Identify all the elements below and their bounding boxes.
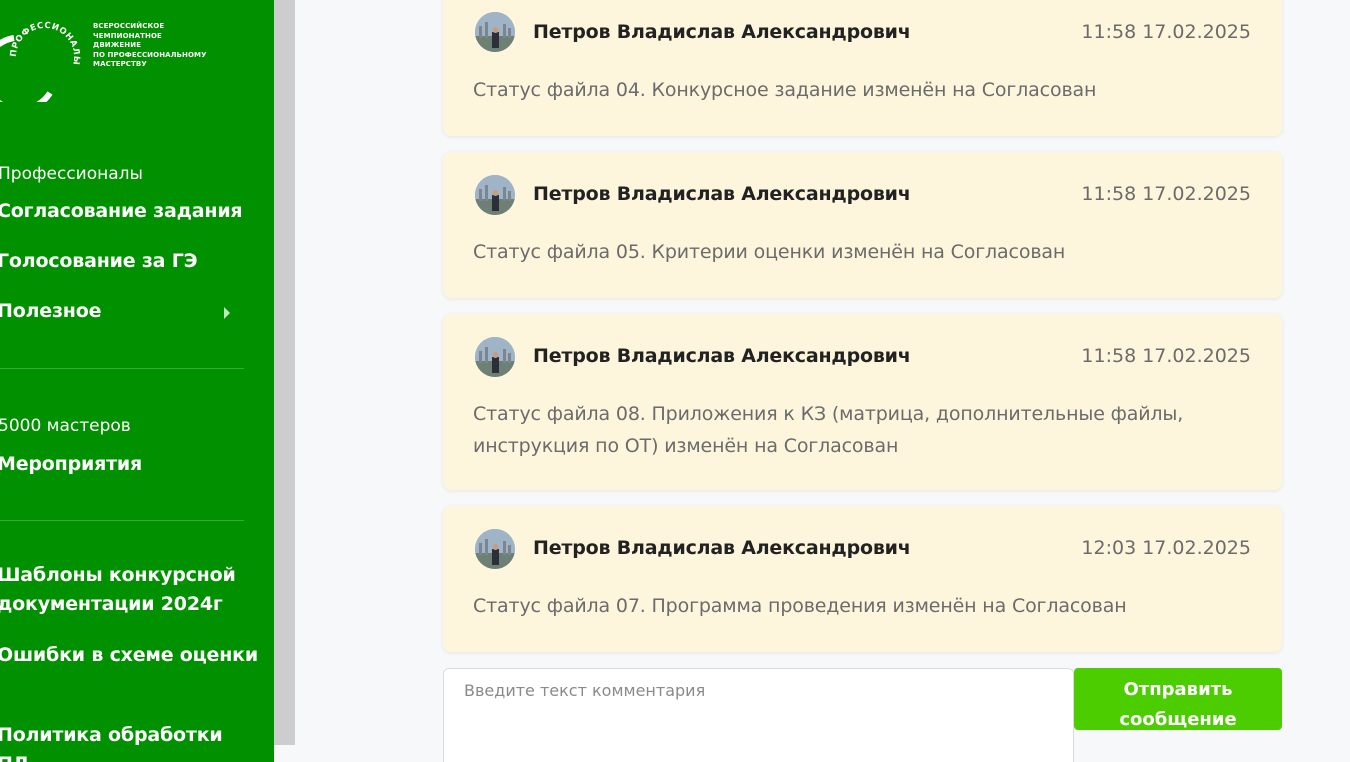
- comment-time: 11:58 17.02.2025: [1081, 21, 1251, 43]
- feed-card: Петров Владислав Александрович 11:58 17.…: [443, 152, 1282, 298]
- logo-ring-icon: ПРОФЕССИОНАЛЫ: [0, 21, 81, 102]
- sidebar-divider: [0, 368, 244, 369]
- sidebar-item-templates[interactable]: Шаблоны конкурсной документации 2024г: [0, 561, 247, 619]
- logo-line: ДВИЖЕНИЕ: [93, 41, 142, 49]
- avatar[interactable]: [475, 529, 515, 569]
- comment-time: 11:58 17.02.2025: [1081, 345, 1251, 367]
- logo-text: ВСЕРОССИЙСКОЕ ЧЕМПИОНАТНОЕ ДВИЖЕНИЕ ПО П…: [93, 22, 207, 70]
- svg-text:ПРОФЕССИОНАЛЫ: ПРОФЕССИОНАЛЫ: [9, 21, 81, 66]
- avatar-photo-icon: [475, 529, 515, 569]
- logo[interactable]: ПРОФЕССИОНАЛЫ ВСЕРОССИЙСКОЕ ЧЕМПИОНАТНОЕ…: [0, 12, 260, 102]
- logo-line: ПО ПРОФЕССИОНАЛЬНОМУ: [93, 50, 207, 59]
- nav-group-title-masters: 5000 мастеров: [0, 416, 131, 436]
- avatar-photo-icon: [475, 175, 515, 215]
- sidebar-item-events[interactable]: Мероприятия: [0, 453, 142, 475]
- sidebar-item-policy[interactable]: Политика обработки ПД: [0, 721, 247, 762]
- avatar[interactable]: [475, 12, 515, 52]
- comment-author: Петров Владислав Александрович: [533, 183, 911, 205]
- avatar[interactable]: [475, 337, 515, 377]
- comment-author: Петров Владислав Александрович: [533, 537, 911, 559]
- logo-line: ВСЕРОССИЙСКОЕ: [93, 22, 165, 30]
- feed-card: Петров Владислав Александрович 11:58 17.…: [443, 314, 1282, 490]
- send-message-button[interactable]: Отправить сообщение: [1074, 668, 1282, 730]
- sidebar-scrollbar[interactable]: [274, 0, 295, 745]
- chevron-right-icon[interactable]: [224, 307, 230, 319]
- logo-line: МАСТЕРСТВУ: [93, 60, 147, 68]
- sidebar-item-errors[interactable]: Ошибки в схеме оценки: [0, 644, 258, 666]
- comment-author: Петров Владислав Александрович: [533, 21, 911, 43]
- comment-input[interactable]: [443, 668, 1074, 762]
- sidebar: ПРОФЕССИОНАЛЫ ВСЕРОССИЙСКОЕ ЧЕМПИОНАТНОЕ…: [0, 0, 274, 762]
- logo-line: ЧЕМПИОНАТНОЕ: [93, 31, 162, 40]
- logo-ring-text: ПРОФЕССИОНАЛЫ: [9, 21, 81, 66]
- feed-card: Петров Владислав Александрович 12:03 17.…: [443, 506, 1282, 652]
- comment-text: Статус файла 08. Приложения к КЗ (матриц…: [473, 403, 1184, 457]
- comment-time: 12:03 17.02.2025: [1081, 537, 1251, 559]
- comment-text: Статус файла 07. Программа проведения из…: [473, 595, 1127, 617]
- feed-card: Петров Владислав Александрович 11:58 17.…: [443, 0, 1282, 136]
- comment-author: Петров Владислав Александрович: [533, 345, 911, 367]
- comment-text: Статус файла 05. Критерии оценки изменён…: [473, 241, 1066, 263]
- sidebar-item-vote[interactable]: Голосование за ГЭ: [0, 250, 198, 272]
- sidebar-item-approval[interactable]: Согласование задания: [0, 200, 243, 222]
- sidebar-divider: [0, 520, 244, 521]
- sidebar-item-useful[interactable]: Полезное: [0, 300, 101, 322]
- nav-group-title-professionals: Профессионалы: [0, 164, 143, 184]
- comment-time: 11:58 17.02.2025: [1081, 183, 1251, 205]
- avatar-photo-icon: [475, 12, 515, 52]
- avatar[interactable]: [475, 175, 515, 215]
- avatar-photo-icon: [475, 337, 515, 377]
- comment-text: Статус файла 04. Конкурсное задание изме…: [473, 79, 1097, 101]
